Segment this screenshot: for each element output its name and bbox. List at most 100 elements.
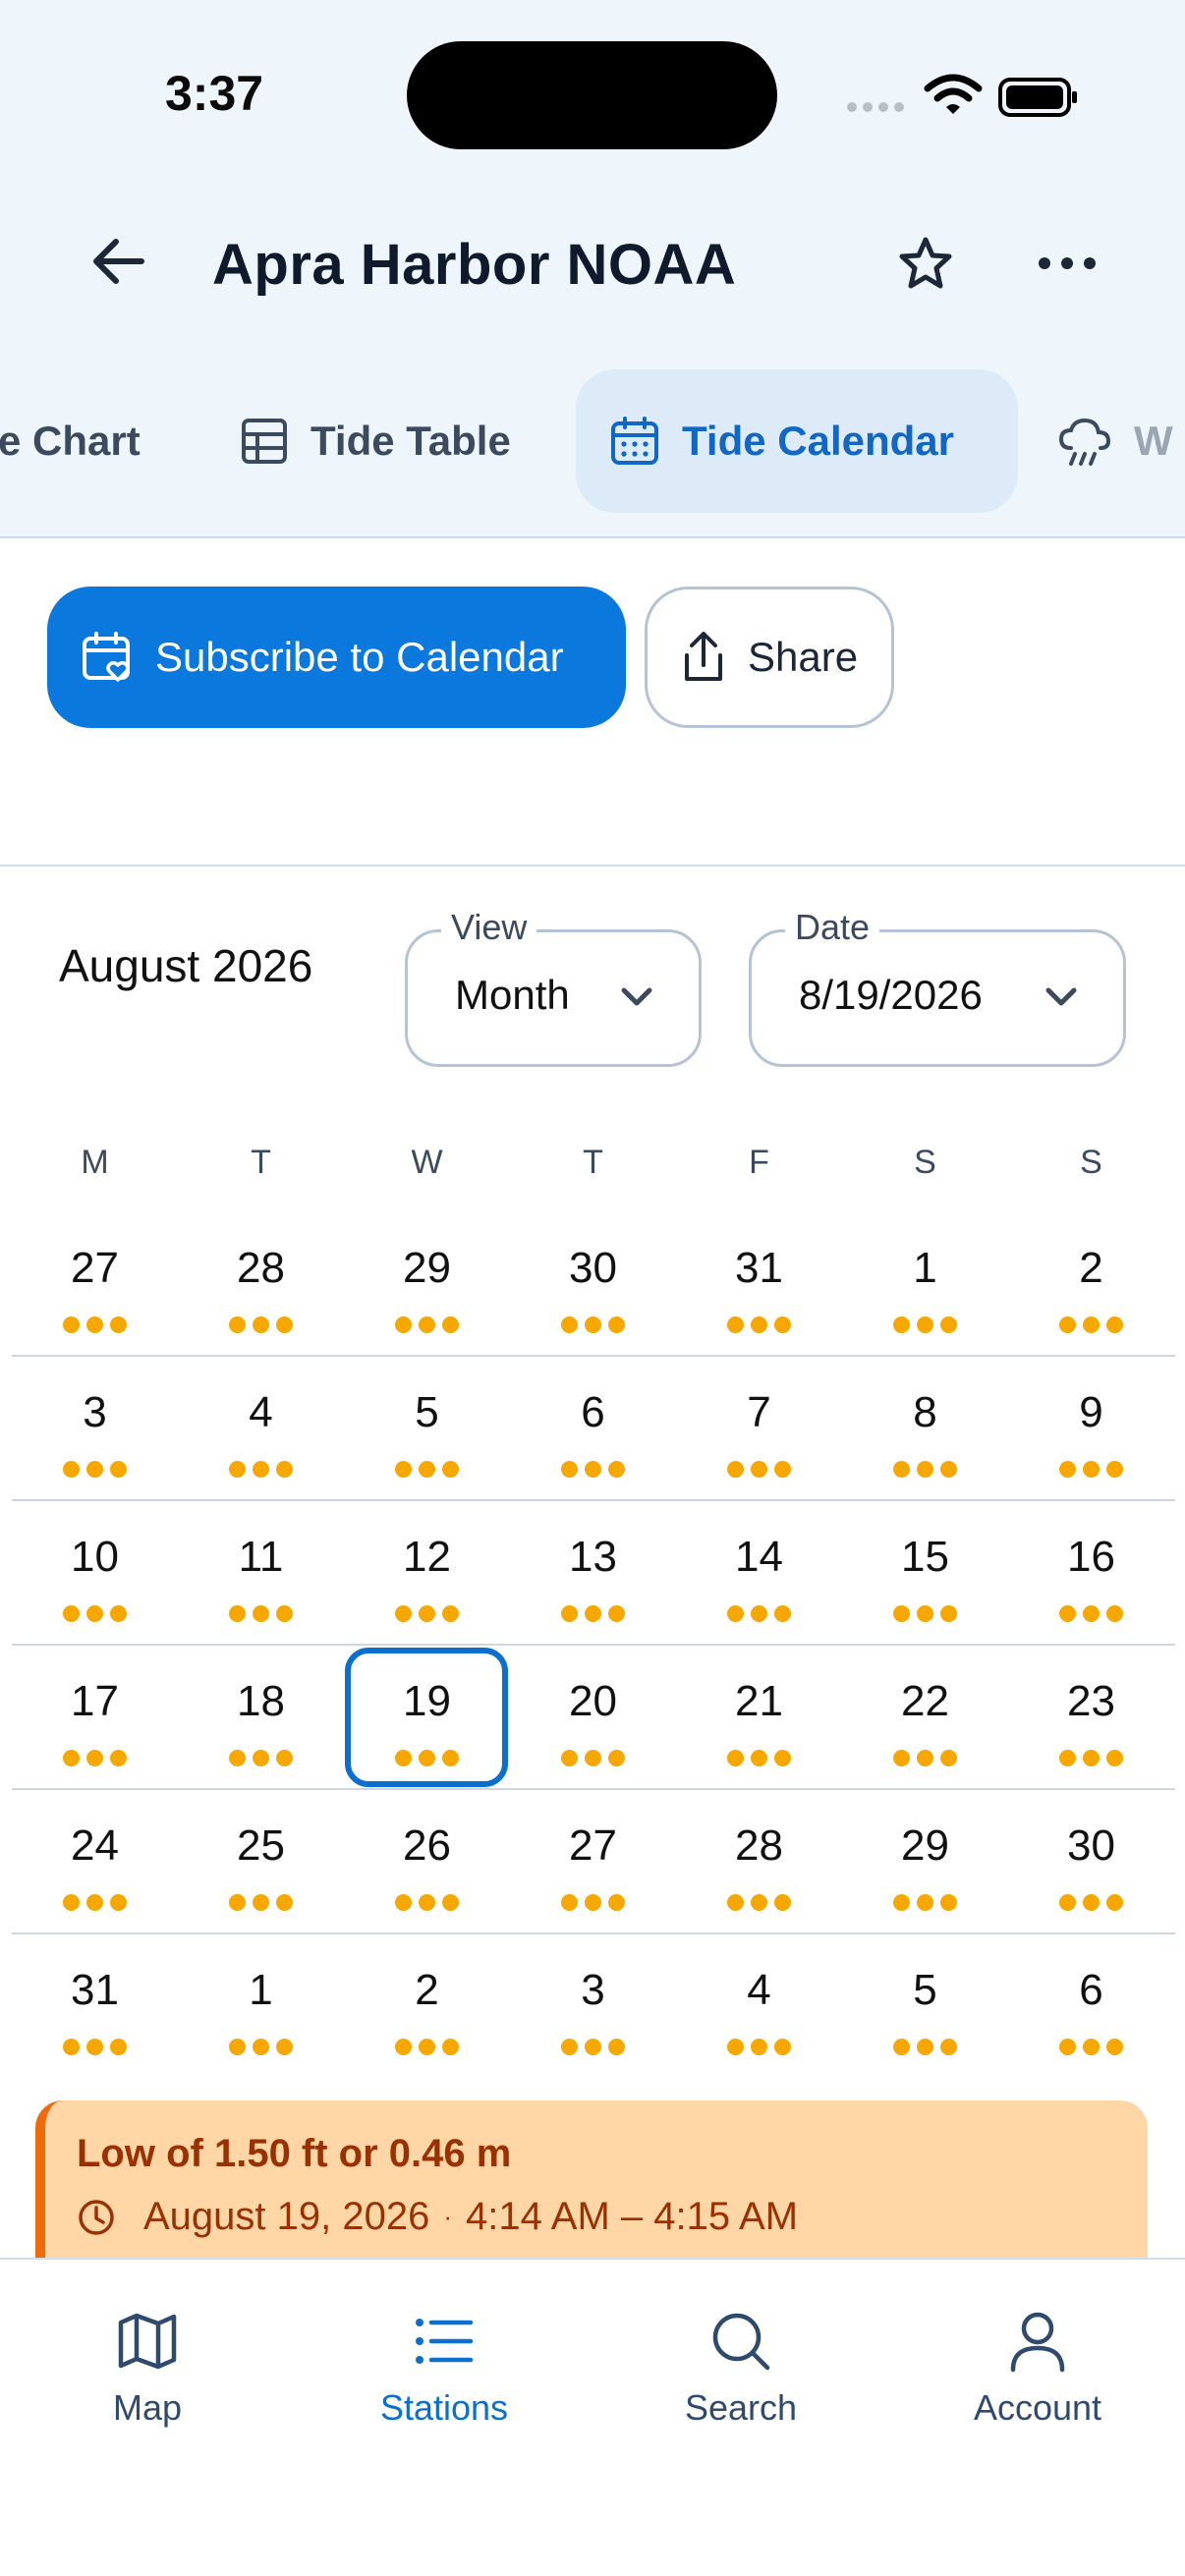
tide-event-dot [419,1750,435,1766]
calendar-day[interactable]: 17 [12,1646,178,1790]
nav-search[interactable]: Search [633,2309,849,2456]
wifi-icon [924,74,983,114]
tide-event-dot [608,1750,625,1766]
tide-event-dot [110,1894,127,1911]
tide-event-dot [395,1750,412,1766]
calendar-day[interactable]: 27 [510,1790,676,1934]
calendar-day[interactable]: 5 [842,1934,1008,2079]
tide-event-dot [727,1461,744,1478]
back-button[interactable] [81,224,155,299]
tide-event-dot [1106,1461,1123,1478]
tide-event-dots [510,1316,676,1333]
calendar-day[interactable]: 13 [510,1501,676,1646]
nav-stations[interactable]: Stations [336,2309,552,2456]
date-picker[interactable]: Date 8/19/2026 [749,907,1126,1067]
calendar-day-number: 22 [901,1677,949,1725]
tide-event-dot [1083,1750,1100,1766]
tide-event-dot [1083,1461,1100,1478]
calendar-day[interactable]: 23 [1008,1646,1174,1790]
calendar-day[interactable]: 2 [1008,1212,1174,1357]
calendar-day[interactable]: 9 [1008,1357,1174,1501]
tide-event-dot [561,1461,578,1478]
weekday-label: T [583,1144,603,1181]
tide-event-card[interactable]: Low of 1.50 ft or 0.46 m August 19, 2026… [35,2100,1148,2258]
nav-map-label: Map [112,2387,183,2428]
calendar-day[interactable]: 26 [344,1790,510,1934]
calendar-day[interactable]: 14 [676,1501,842,1646]
tide-event-dot [110,1605,127,1622]
tab-tide-calendar[interactable]: Tide Calendar [576,369,1018,513]
favorite-button[interactable] [886,224,965,303]
view-select[interactable]: View Month [405,907,702,1067]
tide-event-dots [842,1316,1008,1333]
calendar-day[interactable]: 31 [12,1934,178,2079]
share-button[interactable]: Share [645,587,894,728]
tide-event-dot [63,1894,80,1911]
calendar-day[interactable]: 5 [344,1357,510,1501]
calendar-day[interactable]: 30 [510,1212,676,1357]
calendar-day[interactable]: 15 [842,1501,1008,1646]
calendar-day[interactable]: 20 [510,1646,676,1790]
calendar-day[interactable]: 29 [344,1212,510,1357]
tab-weather[interactable]: W [1057,369,1173,513]
more-options-button[interactable] [1028,224,1106,303]
tide-event-dot [253,1894,269,1911]
weekday-label: M [81,1144,109,1181]
tide-event-dot [940,1461,957,1478]
calendar-day[interactable]: 4 [676,1934,842,2079]
calendar-day-number: 17 [71,1677,119,1725]
tide-event-dot [63,1750,80,1766]
calendar-day[interactable]: 18 [178,1646,344,1790]
nav-account[interactable]: Account [930,2309,1146,2456]
tab-tide-chart[interactable]: e Chart [0,369,141,513]
tide-event-dot [86,1316,103,1333]
weekday-label: S [914,1144,936,1181]
calendar-day[interactable]: 27 [12,1212,178,1357]
event-title: Low of 1.50 ft or 0.46 m [77,2132,512,2175]
calendar-day[interactable]: 4 [178,1357,344,1501]
calendar-day[interactable]: 11 [178,1501,344,1646]
calendar-day[interactable]: 30 [1008,1790,1174,1934]
tide-event-dot [1106,1894,1123,1911]
tide-event-dot [1106,2039,1123,2055]
tide-event-dot [395,2039,412,2055]
calendar-day[interactable]: 6 [510,1357,676,1501]
calendar-day[interactable]: 19 [344,1646,510,1790]
tide-event-dot [940,1750,957,1766]
calendar-day[interactable]: 28 [676,1790,842,1934]
tide-event-dot [442,1461,459,1478]
calendar-day[interactable]: 12 [344,1501,510,1646]
bottom-navigation: Map Stations Search Account [0,2258,1185,2576]
weekday-label: T [251,1144,271,1181]
tide-event-dots [1008,1750,1174,1766]
calendar-day[interactable]: 29 [842,1790,1008,1934]
tab-tide-table[interactable]: Tide Table [240,369,511,513]
calendar-day[interactable]: 31 [676,1212,842,1357]
calendar-day[interactable]: 8 [842,1357,1008,1501]
calendar-day[interactable]: 10 [12,1501,178,1646]
calendar-day[interactable]: 16 [1008,1501,1174,1646]
nav-search-label: Search [684,2387,798,2428]
subscribe-calendar-button[interactable]: Subscribe to Calendar [47,587,626,728]
calendar-day[interactable]: 1 [178,1934,344,2079]
calendar-day[interactable]: 28 [178,1212,344,1357]
calendar-day[interactable]: 24 [12,1790,178,1934]
tide-event-dot [917,2039,933,2055]
calendar-day[interactable]: 7 [676,1357,842,1501]
calendar-day[interactable]: 6 [1008,1934,1174,2079]
calendar-day[interactable]: 3 [12,1357,178,1501]
tide-event-dots [676,1461,842,1478]
nav-map[interactable]: Map [39,2309,255,2456]
tide-event-dot [893,1316,910,1333]
calendar-day[interactable]: 2 [344,1934,510,2079]
calendar-day[interactable]: 22 [842,1646,1008,1790]
battery-icon [998,78,1077,117]
event-separator: · [443,2202,453,2231]
tide-event-dot [1059,1605,1076,1622]
calendar-day[interactable]: 25 [178,1790,344,1934]
calendar-day[interactable]: 21 [676,1646,842,1790]
tide-event-dots [178,1461,344,1478]
calendar-day[interactable]: 1 [842,1212,1008,1357]
tide-event-dot [751,1461,767,1478]
calendar-day[interactable]: 3 [510,1934,676,2079]
